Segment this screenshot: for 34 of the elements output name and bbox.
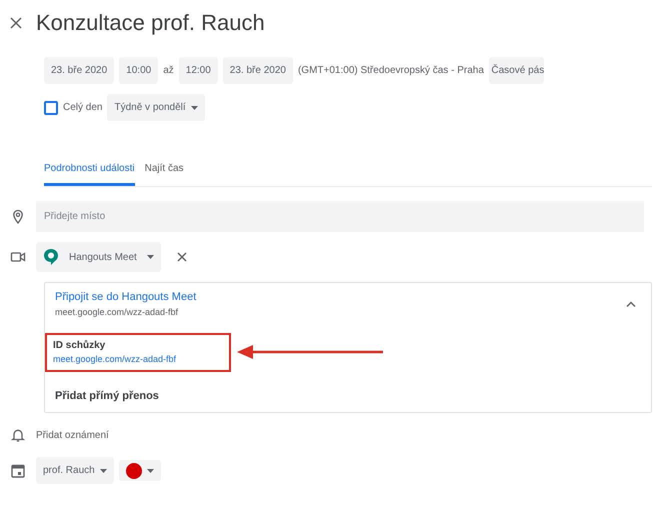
caret-icon: [100, 468, 107, 472]
time-field[interactable]: 12:00: [178, 57, 218, 84]
provider-dropdown[interactable]: Hangouts Meet: [36, 242, 161, 272]
tab[interactable]: Najít čas: [144, 155, 184, 186]
window-title: Konzultace prof. Rauch: [36, 9, 265, 37]
remove-icon[interactable]: [176, 252, 187, 262]
close-icon[interactable]: [10, 16, 22, 28]
time-field[interactable]: 10:00: [119, 57, 158, 84]
add-live-stream[interactable]: Přidat přímý přenos: [45, 388, 159, 404]
bell-icon: [10, 427, 26, 443]
all-day-checkbox[interactable]: [44, 100, 58, 114]
date-field[interactable]: 23. bře 2020: [44, 57, 114, 84]
recurrence-dropdown[interactable]: Týdně v pondělí: [107, 94, 205, 121]
meet-logo-icon: [43, 248, 59, 266]
caret-icon: [190, 106, 198, 110]
calendar-dropdown[interactable]: prof. Rauch: [36, 457, 114, 484]
location-pin-icon: [10, 208, 26, 224]
meeting-id-link[interactable]: meet.google.com/wzz-adad-fbf: [53, 353, 223, 366]
timezone-text: (GMT+01:00) Středoevropský čas - Praha: [298, 64, 484, 78]
separator-text: až: [163, 64, 174, 78]
meeting-id-label: ID schůzky: [53, 339, 106, 353]
calendar-icon: [10, 462, 26, 478]
location-field[interactable]: Přidejte místo: [36, 201, 644, 232]
color-dropdown[interactable]: [118, 460, 161, 481]
all-day-label: Celý den: [63, 101, 102, 115]
caret-icon: [146, 255, 154, 259]
join-link[interactable]: Připojit se do Hangouts Meet: [55, 289, 196, 306]
timezone-button[interactable]: Časové pás: [488, 57, 544, 84]
caret-icon: [146, 468, 154, 472]
chevron-icon[interactable]: [626, 301, 636, 307]
tab[interactable]: Podrobnosti události: [44, 155, 135, 186]
meeting-url: meet.google.com/wzz-adad-fbf: [55, 306, 180, 319]
date-field[interactable]: 23. bře 2020: [222, 57, 293, 84]
add-notification[interactable]: Přidat oznámení: [36, 428, 109, 442]
